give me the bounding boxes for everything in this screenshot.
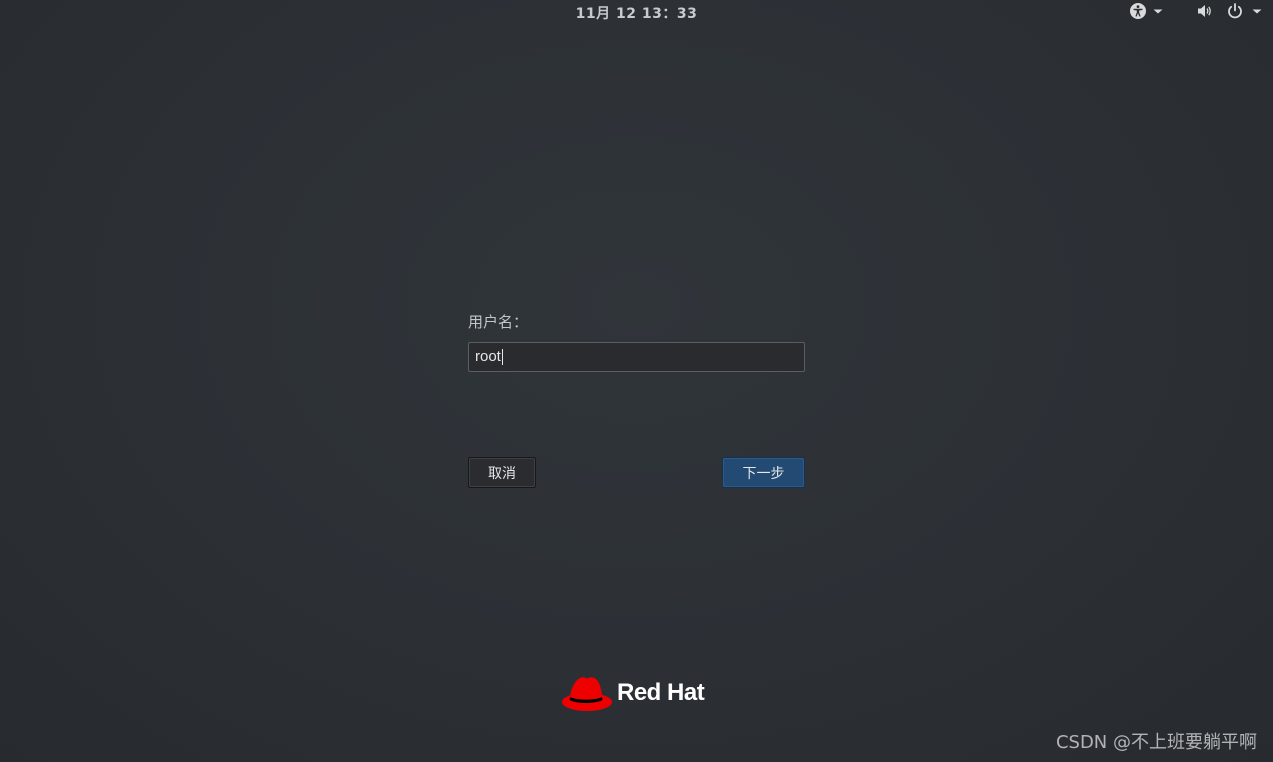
watermark: CSDN @不上班要躺平啊 <box>1055 732 1257 753</box>
cancel-button[interactable]: 取消 <box>468 457 536 488</box>
red-hat-logo: Red Hat <box>561 672 705 714</box>
accessibility-icon <box>1130 3 1146 19</box>
next-button[interactable]: 下一步 <box>722 457 805 488</box>
red-hat-icon <box>562 677 612 711</box>
username-label: 用户名： <box>468 313 529 331</box>
accessibility-menu[interactable] <box>1129 2 1165 20</box>
username-value: root <box>475 348 501 365</box>
top-bar: 11月 12 13：33 <box>0 0 1273 24</box>
login-screen: 11月 12 13：33 用户名： root 取消 下一步 Red Hat CS… <box>0 0 1273 762</box>
username-input[interactable]: root <box>468 342 805 372</box>
volume-menu[interactable] <box>1196 2 1214 20</box>
clock[interactable]: 11月 12 13：33 <box>0 3 1273 23</box>
power-menu[interactable] <box>1226 2 1264 20</box>
chevron-down-icon <box>1252 9 1262 14</box>
text-cursor <box>501 349 503 365</box>
chevron-down-icon <box>1153 9 1163 14</box>
logo-text: Red Hat <box>617 679 705 706</box>
power-icon <box>1228 3 1242 19</box>
volume-icon <box>1198 5 1211 17</box>
login-form: 用户名： root <box>468 312 805 372</box>
